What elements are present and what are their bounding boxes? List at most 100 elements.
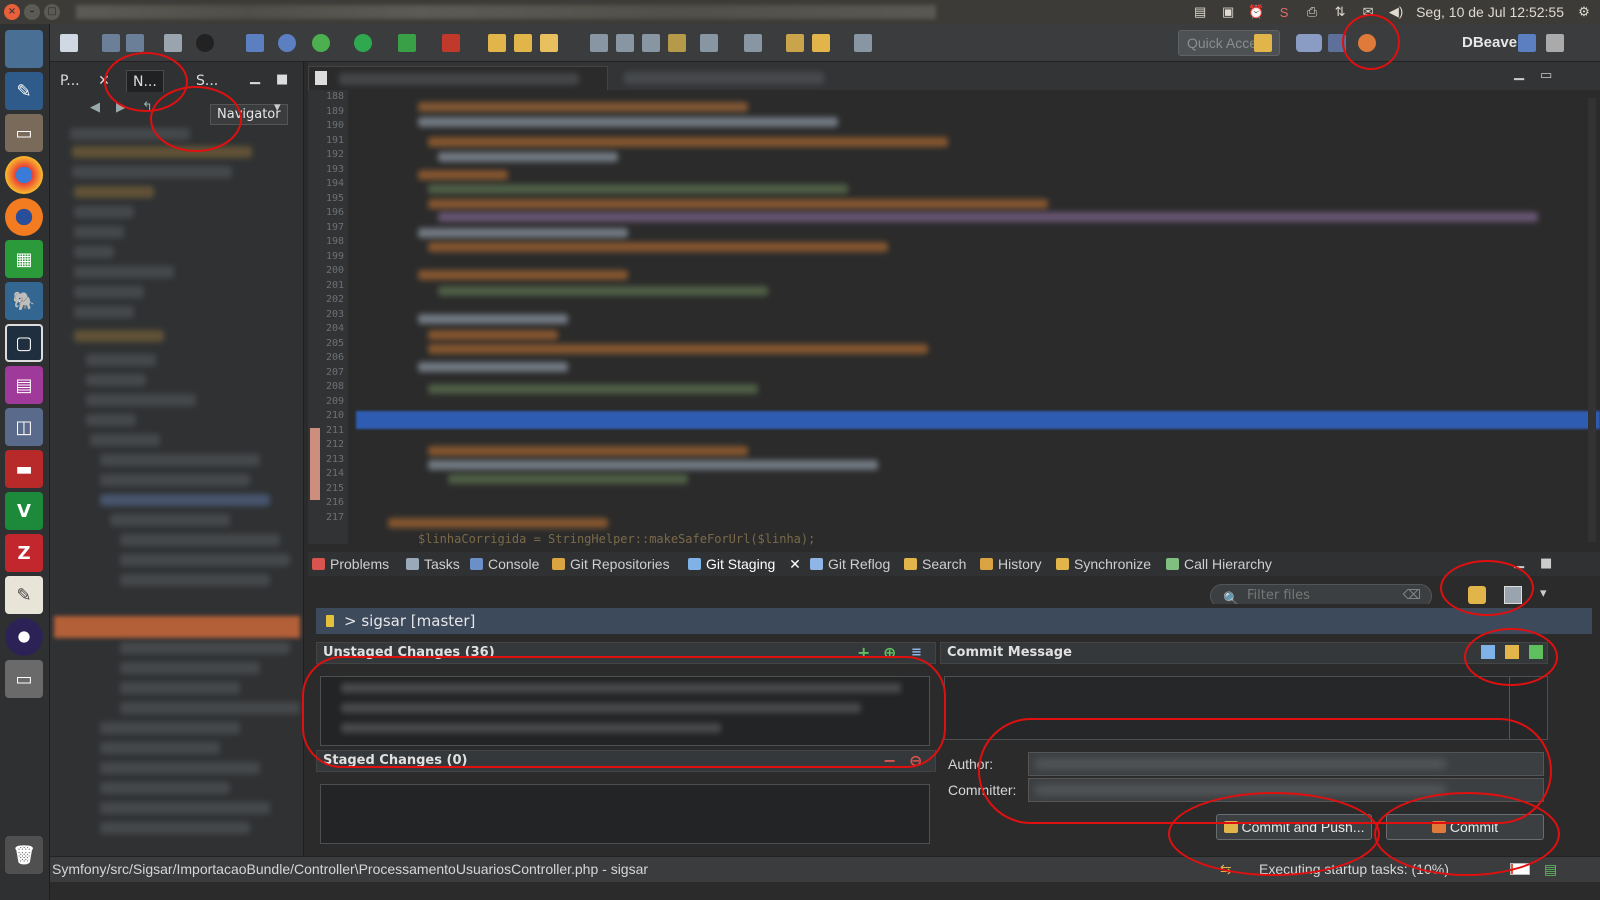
external-tools-icon[interactable] — [398, 34, 416, 52]
network-icon[interactable]: ⇅ — [1332, 4, 1348, 20]
stage-all-icon[interactable]: ⊕ — [883, 643, 896, 663]
selected-tree-row[interactable] — [54, 616, 300, 638]
postgres-icon[interactable]: 🐘 — [5, 282, 43, 320]
unstage-all-icon[interactable]: ⊖ — [909, 751, 922, 771]
open-perspective-icon[interactable] — [1254, 34, 1272, 52]
debug-perspective-icon[interactable] — [1328, 34, 1346, 52]
change-id-icon[interactable] — [1529, 645, 1543, 659]
eclipse-icon[interactable] — [5, 618, 43, 656]
tab-git-repositories[interactable]: Git Repositories — [552, 554, 670, 574]
maximize-view-icon[interactable]: ■ — [276, 72, 288, 87]
unstage-selected-icon[interactable]: − — [883, 751, 896, 771]
annotation-icon[interactable] — [668, 34, 686, 52]
maximize-editor-icon[interactable]: ▭ — [1540, 68, 1552, 83]
sync-status-icon[interactable]: ⇆ — [1220, 857, 1232, 881]
stop-icon[interactable] — [442, 34, 460, 52]
close-icon[interactable]: ✕ — [98, 73, 110, 89]
open-folder-icon[interactable] — [488, 34, 506, 52]
tab-console[interactable]: Console — [470, 554, 539, 574]
back-icon[interactable] — [812, 34, 830, 52]
layout-icon[interactable] — [1518, 34, 1536, 52]
staged-changes-list[interactable] — [320, 784, 930, 844]
mail-icon[interactable]: ✉ — [1360, 4, 1376, 20]
alarm-icon[interactable]: ⏰ — [1248, 4, 1264, 20]
vim-icon[interactable]: V — [5, 492, 43, 530]
commit-message-input[interactable] — [944, 676, 1548, 740]
terminal-icon[interactable] — [246, 34, 264, 52]
minimize-window-button[interactable]: – — [24, 4, 40, 20]
remote-desktop-icon[interactable]: ◫ — [5, 408, 43, 446]
close-window-button[interactable]: × — [4, 4, 20, 20]
debug-icon[interactable] — [196, 34, 214, 52]
tab-search[interactable]: Search — [904, 554, 966, 574]
drive-icon[interactable]: ▭ — [5, 660, 43, 698]
maximize-view-icon[interactable]: ■ — [1540, 556, 1552, 571]
forward-icon[interactable] — [854, 34, 872, 52]
prev-annotation-icon[interactable] — [744, 34, 762, 52]
skype-icon[interactable]: S — [1276, 4, 1292, 20]
chrome-icon[interactable] — [5, 156, 43, 194]
video-app-icon[interactable]: ▤ — [5, 366, 43, 404]
back-nav-icon[interactable]: ◀ — [90, 100, 100, 115]
run-icon[interactable] — [354, 34, 372, 52]
volume-icon[interactable]: ◀) — [1388, 4, 1404, 20]
last-edit-icon[interactable] — [786, 34, 804, 52]
tab-navigator[interactable]: N... — [126, 70, 164, 92]
amend-icon[interactable] — [1481, 645, 1495, 659]
spreadsheet-icon[interactable]: ▦ — [5, 240, 43, 278]
new-icon[interactable] — [60, 34, 78, 52]
unstaged-list-menu-icon[interactable]: ≡ — [911, 643, 922, 663]
commit-and-push-button[interactable]: Commit and Push... — [1216, 814, 1372, 840]
view-menu-icon[interactable]: ▾ — [1540, 586, 1547, 601]
committer-field[interactable] — [1028, 778, 1544, 802]
maximize-icon[interactable] — [1546, 34, 1564, 52]
minimize-editor-icon[interactable]: ▁ — [1514, 66, 1524, 81]
maximize-window-button[interactable]: □ — [44, 4, 60, 20]
settings-icon[interactable]: ⚙ — [1576, 4, 1592, 20]
pen-icon[interactable] — [540, 34, 558, 52]
filezilla-icon[interactable]: Z — [5, 534, 43, 572]
stage-selected-icon[interactable]: + — [857, 643, 870, 663]
tab-s[interactable]: S... — [190, 70, 224, 92]
dbeaver-perspective-label[interactable]: DBeaver — [1462, 34, 1523, 51]
refresh-staging-icon[interactable] — [1468, 586, 1486, 604]
editor-scrollbar[interactable] — [1588, 98, 1596, 542]
commit-button[interactable]: Commit — [1386, 814, 1544, 840]
tab-call-hierarchy[interactable]: Call Hierarchy — [1166, 554, 1272, 574]
close-icon[interactable]: ✕ — [789, 556, 801, 572]
tab-git-staging[interactable]: Git Staging ✕ — [688, 554, 801, 574]
tab-synchronize[interactable]: Synchronize — [1056, 554, 1151, 574]
status-task-label[interactable]: Executing startup tasks: (10%) — [1259, 857, 1449, 881]
tab-problems[interactable]: Problems — [312, 554, 389, 574]
file-tree[interactable] — [50, 122, 304, 856]
printer-icon[interactable]: ⎙ — [1304, 4, 1320, 20]
clipboard-icon[interactable]: ▤ — [1192, 4, 1208, 20]
save-icon[interactable] — [102, 34, 120, 52]
screen-icon[interactable]: ▣ — [1220, 4, 1236, 20]
git-perspective-icon[interactable] — [1358, 34, 1376, 52]
forward-nav-icon[interactable]: ▶ — [116, 100, 126, 115]
toggle-icon[interactable] — [642, 34, 660, 52]
print-icon[interactable] — [164, 34, 182, 52]
tab-project-explorer[interactable]: P... ✕ — [54, 70, 116, 92]
tab-git-reflog[interactable]: Git Reflog — [810, 554, 890, 574]
tab-tasks[interactable]: Tasks — [406, 554, 460, 574]
progress-view-icon[interactable]: ▤ — [1544, 857, 1557, 881]
list-icon[interactable] — [616, 34, 634, 52]
code-editor[interactable]: ▁ ▭ 188 189 190 191 192 193 194 195 196 197 198 199… — [308, 62, 1600, 546]
task-progress-bar[interactable] — [1510, 863, 1530, 875]
layout-toggle-icon[interactable] — [1504, 586, 1522, 604]
up-nav-icon[interactable]: ↰ — [142, 100, 153, 115]
firefox-icon[interactable] — [5, 198, 43, 236]
save-all-icon[interactable] — [126, 34, 144, 52]
php-perspective-icon[interactable] — [1296, 34, 1322, 52]
trash-icon[interactable]: 🗑 — [5, 836, 43, 874]
minimize-view-icon[interactable]: ▁ — [250, 70, 260, 85]
debug-run-icon[interactable] — [312, 34, 330, 52]
signed-off-icon[interactable] — [1505, 645, 1519, 659]
editor-tab[interactable] — [308, 66, 608, 90]
workspace-icon[interactable] — [5, 30, 43, 68]
tab-history[interactable]: History — [980, 554, 1042, 574]
unstaged-changes-list[interactable] — [320, 676, 930, 746]
next-annotation-icon[interactable] — [700, 34, 718, 52]
